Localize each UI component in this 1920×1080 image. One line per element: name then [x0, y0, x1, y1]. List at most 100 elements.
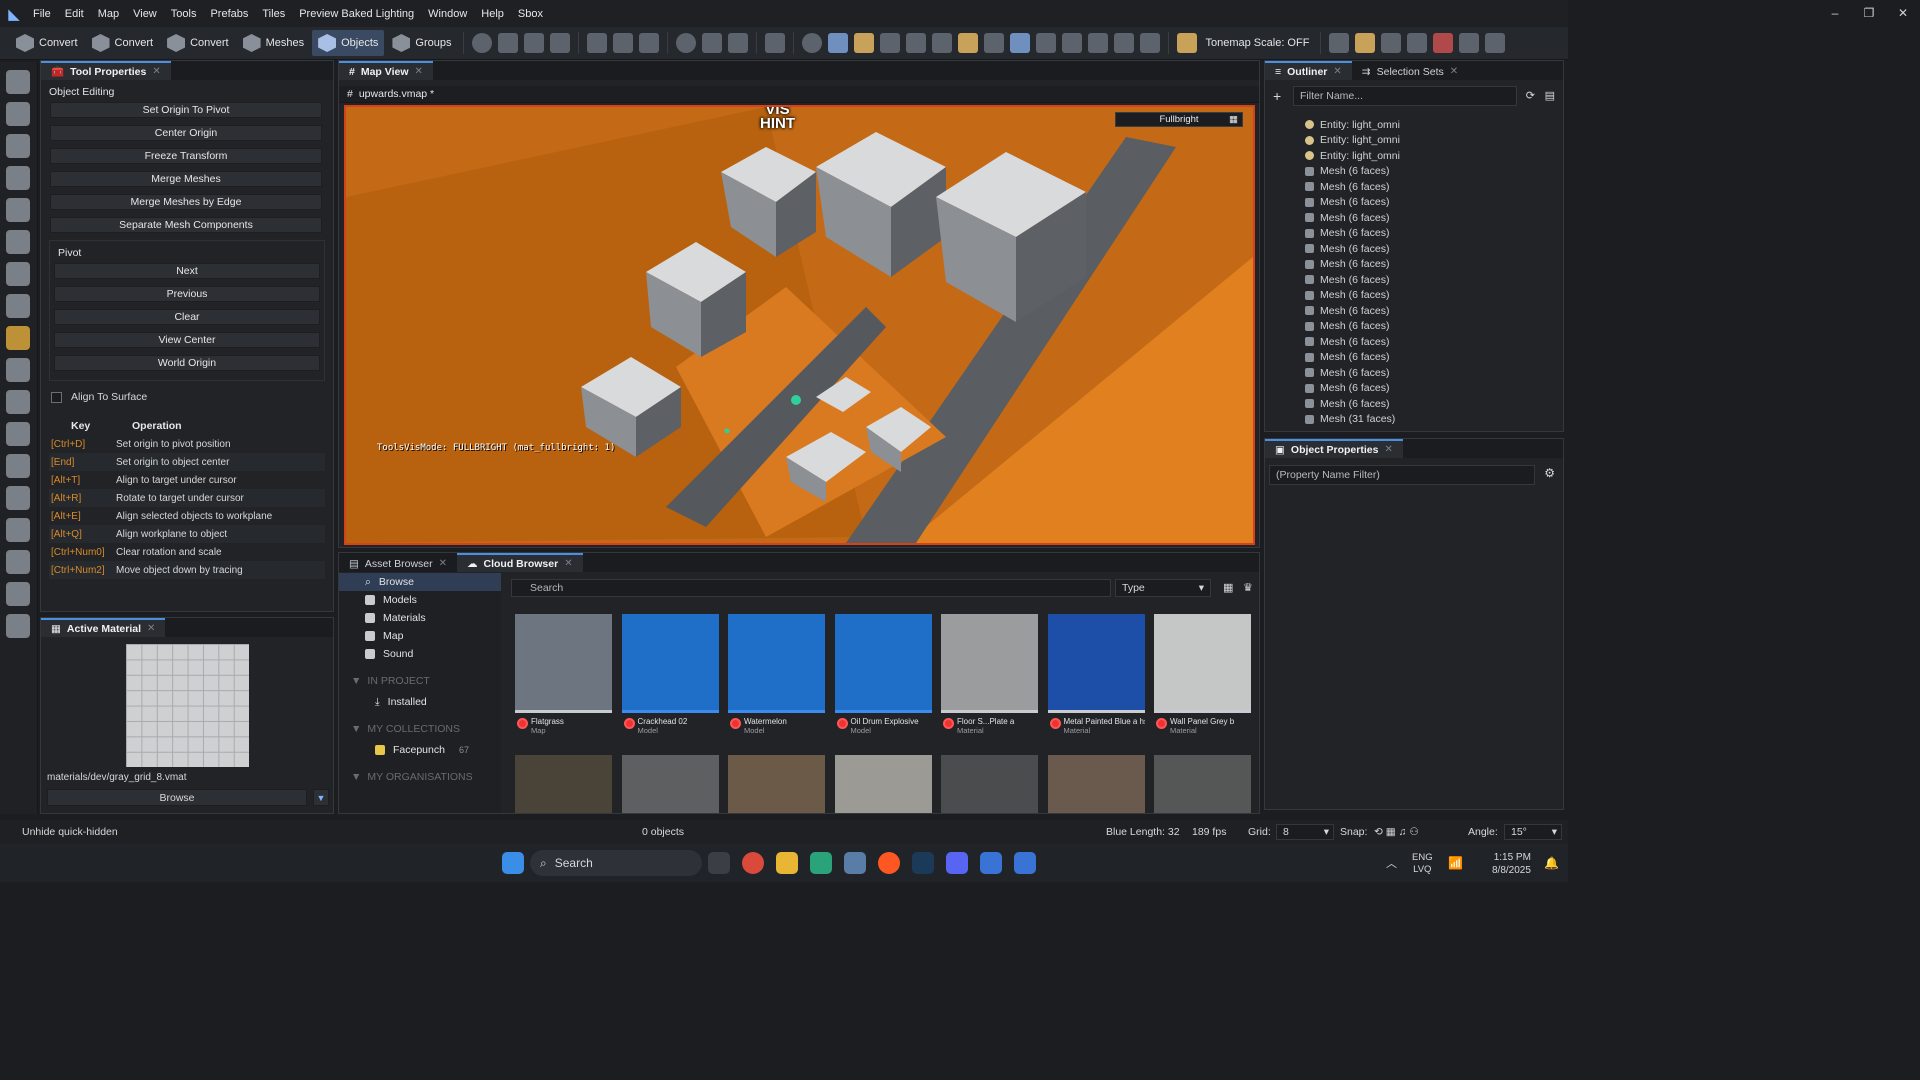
- asset-card[interactable]: [728, 755, 825, 813]
- asset-card[interactable]: Oil Drum Explosive Model: [834, 614, 932, 735]
- entity-icon[interactable]: [827, 33, 848, 53]
- taskbar-search[interactable]: ⌕ Search: [530, 850, 702, 876]
- menu-help[interactable]: Help: [474, 8, 511, 20]
- asset-card[interactable]: Watermelon Model: [728, 614, 825, 735]
- menu-window[interactable]: Window: [421, 8, 474, 20]
- tray-chevron-icon[interactable]: ︿: [1386, 855, 1397, 871]
- material-browse-button[interactable]: Browse: [47, 789, 307, 806]
- flag-icon[interactable]: [905, 33, 926, 53]
- convert-button-1[interactable]: Convert: [10, 30, 84, 56]
- chrome-icon[interactable]: [742, 852, 764, 874]
- trophy-icon[interactable]: ♛: [1243, 581, 1253, 594]
- center-origin-button[interactable]: Center Origin: [50, 125, 322, 141]
- origin-icon[interactable]: [675, 33, 696, 53]
- model-icon[interactable]: [931, 33, 952, 53]
- merge-meshes-button[interactable]: Merge Meshes: [50, 171, 322, 187]
- scale-tool-icon[interactable]: [6, 166, 30, 190]
- tab-object-properties[interactable]: ▣ Object Properties ✕: [1265, 439, 1403, 458]
- sidebar-item-browse[interactable]: ⌕ Browse: [339, 573, 501, 591]
- document-icon[interactable]: ▤: [1545, 89, 1555, 102]
- paint-tool-icon[interactable]: [6, 454, 30, 478]
- sidebar-item-installed[interactable]: ⤓ Installed: [339, 693, 501, 711]
- umbrella-icon[interactable]: [727, 33, 748, 53]
- tab-active-material[interactable]: ▦ Active Material ✕: [41, 618, 166, 637]
- texture-icon[interactable]: [983, 33, 1004, 53]
- vertex-tool-icon[interactable]: [6, 390, 30, 414]
- layout-grid-icon[interactable]: ▦: [1229, 113, 1238, 127]
- menu-map[interactable]: Map: [91, 8, 126, 20]
- terrain-tool-icon[interactable]: [6, 486, 30, 510]
- grid-icon[interactable]: [1113, 33, 1134, 53]
- property-filter-input[interactable]: (Property Name Filter): [1269, 465, 1535, 485]
- sbox-icon[interactable]: [980, 852, 1002, 874]
- outliner-item[interactable]: Entity: light_omni: [1265, 133, 1555, 149]
- grid-view-icon[interactable]: ▦: [1223, 581, 1233, 594]
- pivot-world-origin-button[interactable]: World Origin: [54, 355, 320, 371]
- block-tool-icon[interactable]: [6, 262, 30, 286]
- bulb-icon[interactable]: [879, 33, 900, 53]
- grid-snap-icon[interactable]: [523, 33, 544, 53]
- set-origin-to-pivot-button[interactable]: Set Origin To Pivot: [50, 102, 322, 118]
- outliner-item[interactable]: Mesh (6 faces): [1265, 179, 1555, 195]
- outliner-item[interactable]: Mesh (31 faces): [1265, 412, 1555, 428]
- tab-cloud-browser[interactable]: ☁ Cloud Browser ✕: [457, 553, 583, 572]
- pivot-next-button[interactable]: Next: [54, 263, 320, 279]
- convert-button-3[interactable]: Convert: [161, 30, 235, 56]
- align-to-surface-checkbox[interactable]: [51, 391, 62, 403]
- outliner-item[interactable]: Entity: light_omni: [1265, 148, 1555, 164]
- outliner-item[interactable]: Mesh (6 faces): [1265, 319, 1555, 335]
- texture-tool-icon[interactable]: [6, 422, 30, 446]
- asset-card[interactable]: Floor S...Plate a Material: [941, 614, 1038, 735]
- file-explorer-icon[interactable]: [776, 852, 798, 874]
- sidebar-item-materials[interactable]: Materials: [339, 609, 501, 627]
- convert-button-2[interactable]: Convert: [86, 30, 160, 56]
- ruler-icon[interactable]: [1061, 33, 1082, 53]
- separate-mesh-components-button[interactable]: Separate Mesh Components: [50, 217, 322, 233]
- layout-icon[interactable]: [1329, 33, 1350, 53]
- rotate-tool-icon[interactable]: [6, 134, 30, 158]
- fence-tool-icon[interactable]: [6, 582, 30, 606]
- asset-card[interactable]: Crackhead 02 Model: [621, 614, 719, 735]
- cloud-search-input[interactable]: Search: [511, 579, 1111, 597]
- outliner-item[interactable]: Mesh (6 faces): [1265, 334, 1555, 350]
- light-tool-icon[interactable]: [6, 230, 30, 254]
- render-mode-select[interactable]: Fullbright ▦: [1115, 112, 1243, 127]
- hatch-icon[interactable]: [1433, 33, 1454, 53]
- select-icon[interactable]: [586, 33, 607, 53]
- type-select[interactable]: Type ▾: [1115, 579, 1211, 597]
- foliage-tool-icon[interactable]: [6, 550, 30, 574]
- asset-card[interactable]: Wall Panel Grey b Material: [1154, 614, 1251, 735]
- brush-icon[interactable]: [957, 33, 978, 53]
- close-tab-icon[interactable]: ✕: [1333, 66, 1341, 77]
- tab-selection-sets[interactable]: ⇉ Selection Sets ✕: [1352, 61, 1468, 80]
- language-indicator[interactable]: ENG LVQ: [1412, 852, 1433, 876]
- decal-tool-icon[interactable]: [6, 614, 30, 638]
- notification-icon[interactable]: 🔔: [1544, 856, 1559, 870]
- outliner-item[interactable]: Mesh (6 faces): [1265, 195, 1555, 211]
- asset-card[interactable]: [621, 755, 719, 813]
- outliner-item[interactable]: Mesh (6 faces): [1265, 396, 1555, 412]
- path-tool-icon[interactable]: [6, 294, 30, 318]
- pivot-clear-button[interactable]: Clear: [54, 309, 320, 325]
- outliner-filter-input[interactable]: Filter Name...: [1293, 86, 1517, 106]
- sidebar-item-models[interactable]: Models: [339, 591, 501, 609]
- pivot-tool-icon[interactable]: [6, 198, 30, 222]
- outliner-item[interactable]: Mesh (6 faces): [1265, 350, 1555, 366]
- asset-card[interactable]: [1154, 755, 1251, 813]
- outliner-item[interactable]: Mesh (6 faces): [1265, 381, 1555, 397]
- task-view-icon[interactable]: [708, 852, 730, 874]
- close-tab-icon[interactable]: ✕: [152, 66, 160, 77]
- outliner-item[interactable]: Mesh (6 faces): [1265, 210, 1555, 226]
- run-icon[interactable]: [1087, 33, 1108, 53]
- tab-outliner[interactable]: ≡ Outliner ✕: [1265, 61, 1352, 80]
- translate-icon[interactable]: [612, 33, 633, 53]
- close-tab-icon[interactable]: ✕: [147, 623, 155, 634]
- selection-mode-icon[interactable]: [471, 33, 492, 53]
- menu-tools[interactable]: Tools: [164, 8, 204, 20]
- steam-icon[interactable]: [912, 852, 934, 874]
- windows-start-icon[interactable]: [502, 852, 524, 874]
- polygon-tool-icon[interactable]: [6, 326, 30, 350]
- select-tool-icon[interactable]: [6, 70, 30, 94]
- menu-file[interactable]: File: [26, 8, 58, 20]
- clip-tool-icon[interactable]: [6, 358, 30, 382]
